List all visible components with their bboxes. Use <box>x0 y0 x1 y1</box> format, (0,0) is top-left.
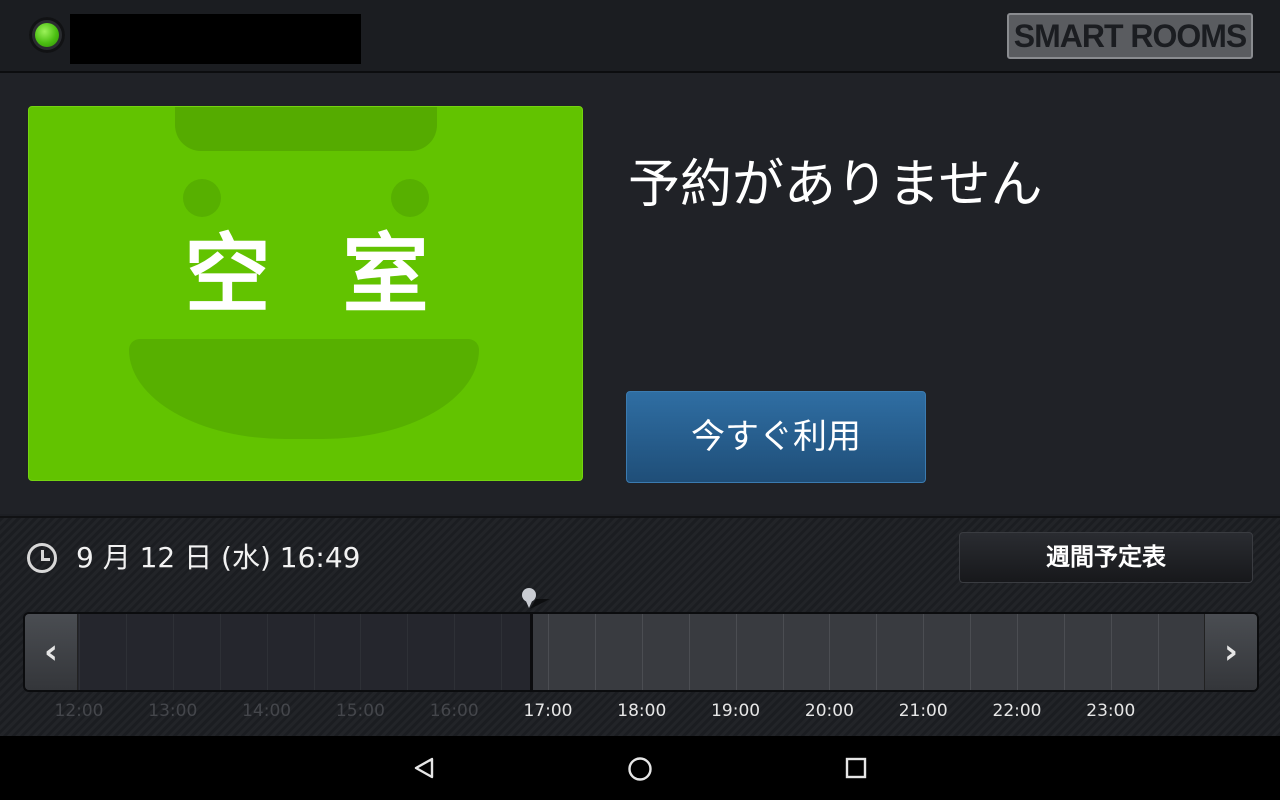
recents-square-icon[interactable] <box>845 757 867 779</box>
weekly-schedule-button[interactable]: 週間予定表 <box>959 532 1253 583</box>
timeline-hour-label: 18:00 <box>617 701 667 721</box>
timeline-grid-line <box>782 614 784 690</box>
timeline-grid-line <box>594 614 596 690</box>
schedule-section: 9 月 12 日 (水) 16:49 週間予定表 ‹ › 12:00 13:00 1… <box>0 516 1280 738</box>
timeline-grid-line <box>548 614 549 690</box>
card-mouth-decoration <box>129 339 479 439</box>
timeline-hour-label: 15:00 <box>335 701 385 721</box>
system-navigation-bar <box>0 736 1280 800</box>
timeline-grid-line <box>407 614 409 690</box>
vacant-status-card: 空室 <box>28 106 583 481</box>
timeline-bar[interactable]: ‹ › <box>23 612 1259 692</box>
timeline-grid-line <box>1157 614 1159 690</box>
timeline-grid-line <box>501 614 503 690</box>
timeline-grid-line <box>923 614 925 690</box>
timeline-grid-line <box>454 614 456 690</box>
timeline-grid-line <box>829 614 831 690</box>
timeline-grid-line <box>266 614 268 690</box>
room-name <box>70 14 361 64</box>
card-tab-decoration <box>175 107 437 151</box>
current-time-line <box>530 614 533 690</box>
clock-icon <box>27 543 57 573</box>
current-datetime: 9 月 12 日 (水) 16:49 <box>76 541 361 574</box>
back-triangle-icon[interactable] <box>412 756 436 780</box>
card-left-eye-decoration <box>183 179 221 217</box>
timeline-grid-line <box>360 614 362 690</box>
timeline-hour-label: 14:00 <box>242 701 292 721</box>
timeline-grid-line <box>79 614 80 690</box>
timeline-hour-label: 12:00 <box>54 701 104 721</box>
timeline-hour-label: 17:00 <box>523 701 573 721</box>
timeline-hour-label: 22:00 <box>992 701 1042 721</box>
timeline-grid-line <box>1017 614 1018 690</box>
use-now-button[interactable]: 今すぐ利用 <box>626 391 926 483</box>
status-indicator-icon <box>29 17 65 53</box>
app-header: SMART ROOMS <box>0 0 1280 73</box>
card-right-eye-decoration <box>391 179 429 217</box>
timeline-future-area[interactable] <box>532 614 1208 690</box>
timeline-hour-label: 23:00 <box>1086 701 1136 721</box>
chevron-right-icon[interactable]: › <box>1204 614 1257 690</box>
timeline-hour-label: 16:00 <box>429 701 479 721</box>
main-panel: 空室 予約がありません 今すぐ利用 <box>0 73 1280 514</box>
reservation-message: 予約がありません <box>628 155 1043 215</box>
timeline-grid-line <box>970 614 972 690</box>
timeline-past-area <box>77 614 531 690</box>
room-status-text: 空室 <box>184 225 501 325</box>
timeline-grid-line <box>688 614 690 690</box>
timeline-grid-line <box>735 614 737 690</box>
timeline-hour-label: 21:00 <box>898 701 948 721</box>
timeline-hour-label: 19:00 <box>711 701 761 721</box>
current-time-marker-icon <box>522 588 550 609</box>
timeline-grid-line <box>876 614 878 690</box>
timeline-grid-line <box>1063 614 1065 690</box>
timeline-grid-line <box>641 614 643 690</box>
timeline-grid-line <box>172 614 174 690</box>
timeline-grid-line <box>125 614 127 690</box>
chevron-left-icon[interactable]: ‹ <box>25 614 78 690</box>
smart-rooms-logo: SMART ROOMS <box>1007 13 1253 59</box>
timeline-grid-line <box>1110 614 1112 690</box>
timeline-grid-line <box>219 614 221 690</box>
timeline-hour-label: 20:00 <box>804 701 854 721</box>
timeline-hour-label: 13:00 <box>148 701 198 721</box>
home-circle-icon[interactable] <box>627 756 653 782</box>
timeline-grid-line <box>313 614 315 690</box>
